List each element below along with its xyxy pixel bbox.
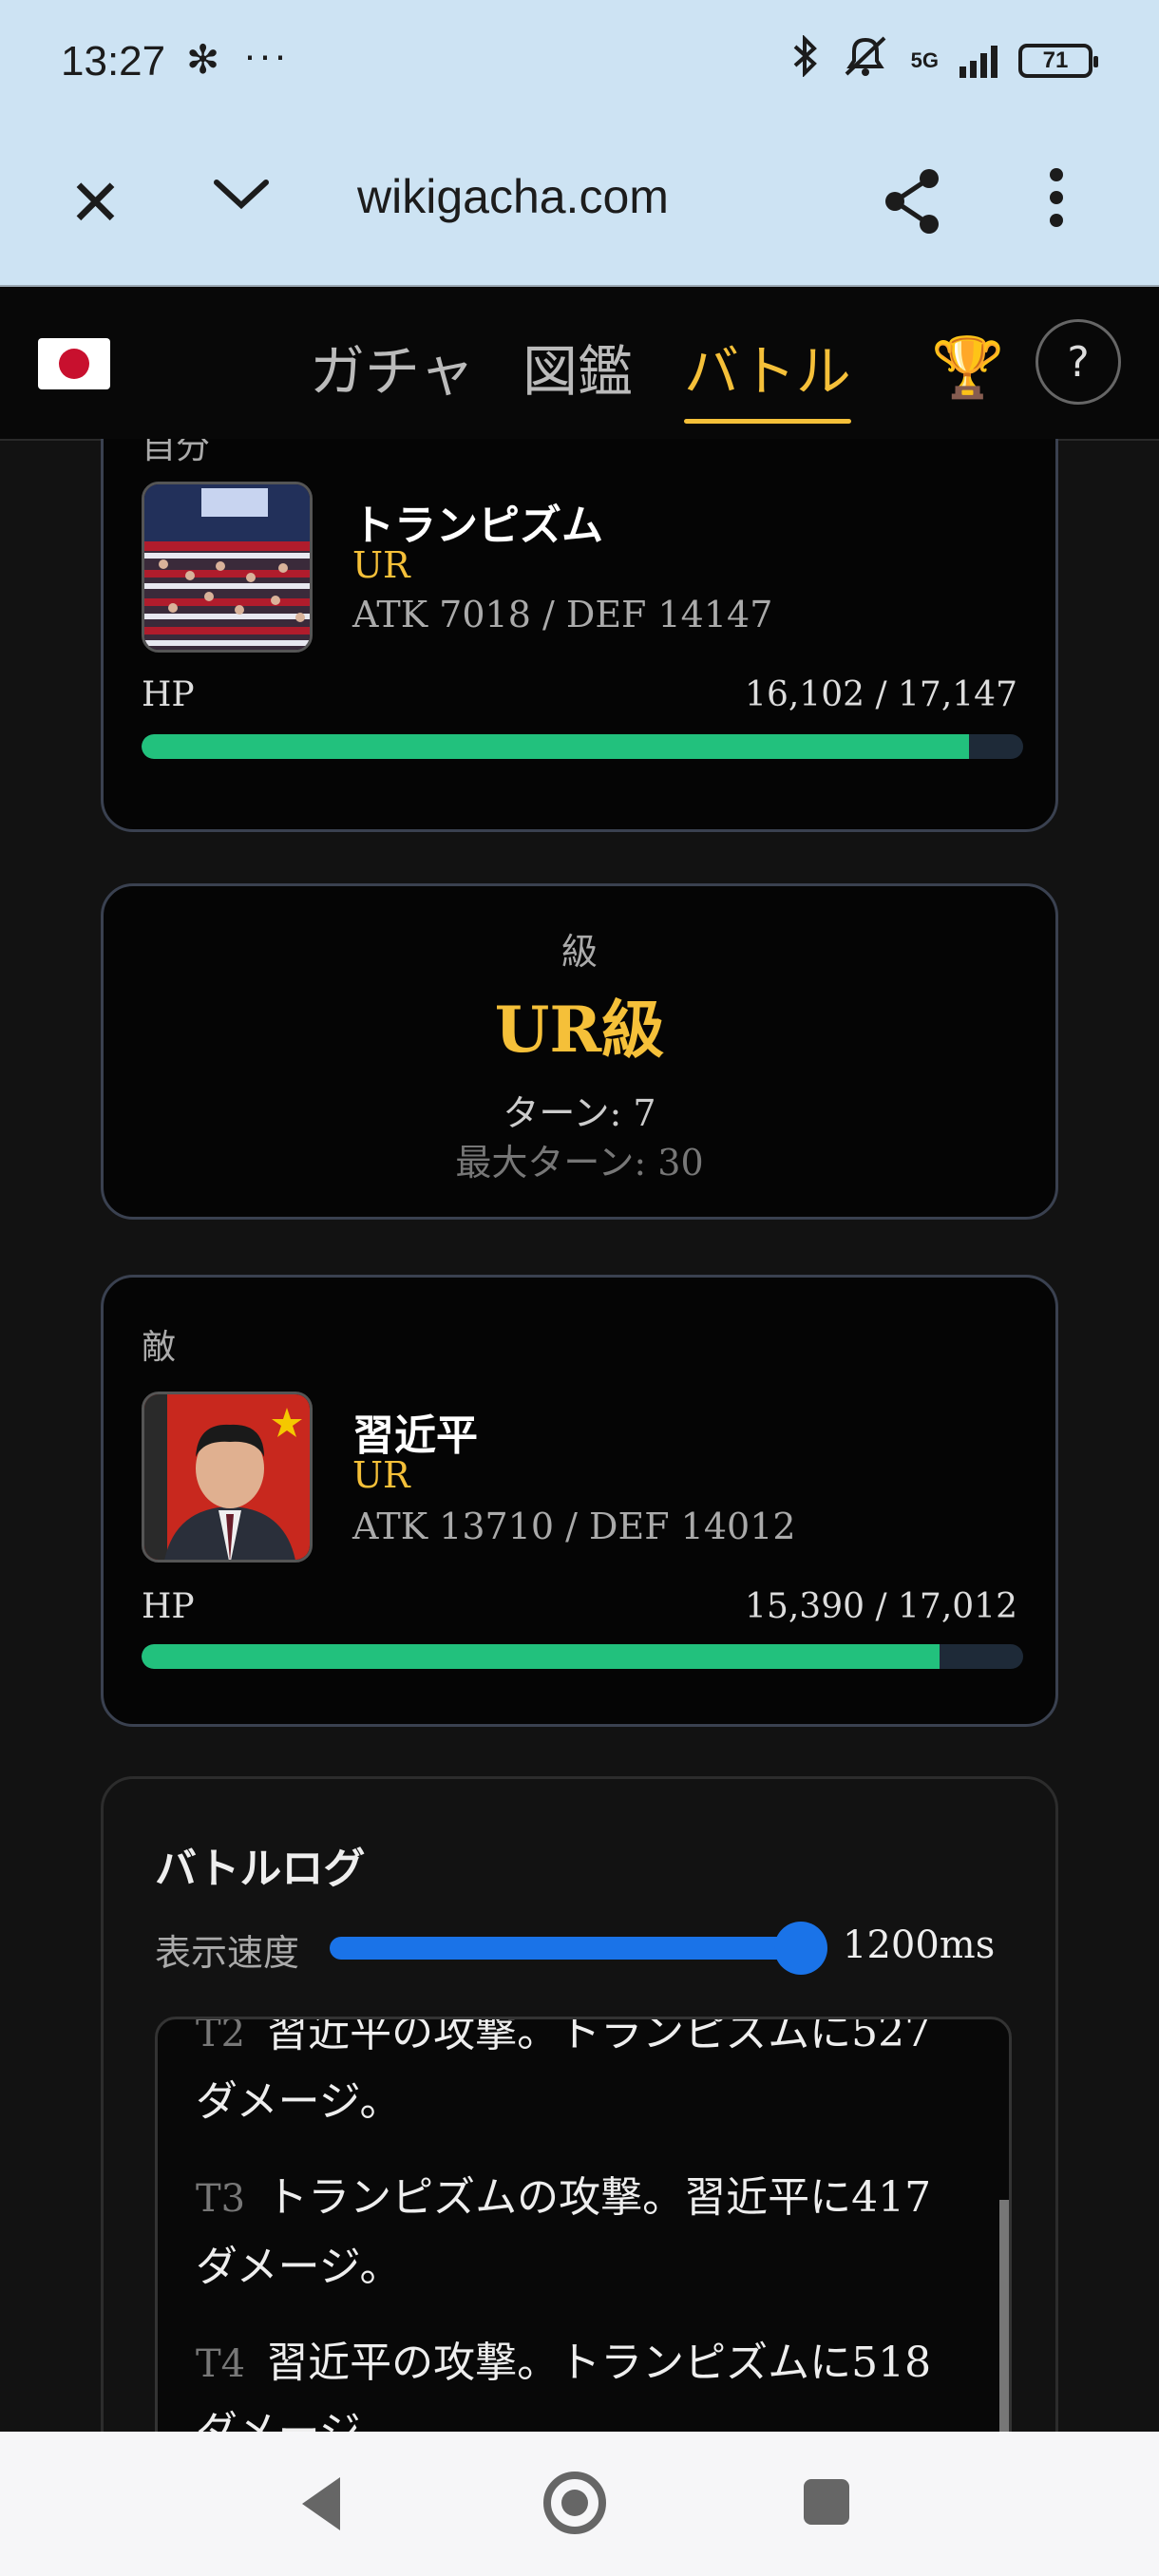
battery-level: 71 xyxy=(1042,47,1069,73)
help-label: ? xyxy=(1067,337,1090,387)
player-rarity: UR xyxy=(352,544,410,586)
chevron-down-icon[interactable] xyxy=(211,165,272,227)
speed-slider-thumb[interactable] xyxy=(774,1922,827,1975)
enemy-label: 敵 xyxy=(142,1328,177,1367)
help-button[interactable]: ? xyxy=(1036,319,1121,405)
player-name: トランピズム xyxy=(352,502,603,550)
tab-battle[interactable]: バトル xyxy=(684,327,851,424)
battle-log-list[interactable]: T2 習近平の攻撃。トランピズムに527 ダメージ。 T3 トランピズムの攻撃。習近… xyxy=(155,2017,1012,2432)
enemy-hp-fill xyxy=(142,1644,940,1669)
battle-info-card: 級 UR級 ターン: 7 最大ターン: 30 xyxy=(101,883,1058,1220)
enemy-rarity: UR xyxy=(352,1454,410,1496)
trophy-icon[interactable]: 🏆 xyxy=(931,332,1004,403)
log-entry: T4 習近平の攻撃。トランピズムに518 ダメージ。 xyxy=(196,2329,956,2432)
enemy-name: 習近平 xyxy=(352,1411,478,1460)
log-turn: T2 xyxy=(196,2017,246,2055)
turn-count: ターン: 7 xyxy=(503,1092,656,1134)
log-text-cont: ダメージ。 xyxy=(196,2243,402,2291)
log-turn: T4 xyxy=(196,2342,246,2386)
status-time: 13:27 xyxy=(61,38,166,85)
log-turn: T3 xyxy=(196,2177,246,2221)
enemy-portrait xyxy=(142,1392,313,1563)
log-text-cont: ダメージ。 xyxy=(196,2077,402,2126)
player-label: 自分 xyxy=(142,439,211,466)
status-icons: 5G 71 xyxy=(791,34,1098,86)
speed-slider-track[interactable] xyxy=(330,1937,805,1960)
log-entry: T2 習近平の攻撃。トランピズムに527 ダメージ。 xyxy=(196,2017,956,2136)
player-card: 自分 トランピズム UR ATK 7018 / DEF 14147 HP 16,… xyxy=(101,439,1058,832)
close-icon[interactable]: ✕ xyxy=(68,171,123,236)
player-stats: ATK 7018 / DEF 14147 xyxy=(352,594,773,635)
player-hp-fill xyxy=(142,734,970,759)
tab-gacha[interactable]: ガチャ xyxy=(310,327,474,407)
log-scrollbar[interactable] xyxy=(999,2200,1009,2432)
home-icon[interactable] xyxy=(543,2472,606,2534)
back-icon[interactable] xyxy=(302,2477,340,2530)
network-label: 5G xyxy=(910,47,939,72)
bluetooth-icon xyxy=(791,34,820,85)
japan-flag-icon[interactable] xyxy=(38,338,110,389)
speed-label: 表示速度 xyxy=(155,1932,300,1974)
battle-log-card: バトルログ 表示速度 1200ms T2 習近平の攻撃。トランピズムに527 ダメ… xyxy=(101,1776,1058,2432)
log-text: トランピズムの攻撃。習近平に417 xyxy=(266,2173,932,2222)
status-bar: 13:27 ✻ ··· 5G 71 xyxy=(0,0,1159,133)
enemy-card: 敵 習近平 UR ATK 13710 / DEF 14012 HP 15,390… xyxy=(101,1275,1058,1727)
speed-value: 1200ms xyxy=(843,1923,996,1967)
url-text[interactable]: wikigacha.com xyxy=(357,169,669,224)
enemy-hp-bar xyxy=(142,1644,1023,1669)
max-turn: 最大ターン: 30 xyxy=(455,1142,704,1184)
player-hp-value: 16,102 / 17,147 xyxy=(745,675,1017,714)
class-value: UR級 xyxy=(494,993,665,1067)
status-dots: ··· xyxy=(243,32,289,77)
battle-log-title: バトルログ xyxy=(155,1845,366,1893)
browser-toolbar: ✕ wikigacha.com xyxy=(0,133,1159,287)
signal-icon xyxy=(960,44,998,78)
log-text: 習近平の攻撃。トランピズムに527 xyxy=(266,2017,932,2056)
share-icon[interactable] xyxy=(882,167,942,240)
player-hp-bar xyxy=(142,734,1023,759)
more-vert-icon[interactable] xyxy=(1047,167,1066,237)
enemy-hp-label: HP xyxy=(142,1587,195,1626)
enemy-hp-value: 15,390 / 17,012 xyxy=(745,1587,1017,1626)
muted-bell-icon xyxy=(841,34,890,86)
player-portrait xyxy=(142,482,313,653)
log-text-cont: ダメージ。 xyxy=(196,2408,401,2432)
recents-icon[interactable] xyxy=(804,2479,849,2525)
battery-icon: 71 xyxy=(1018,43,1098,78)
battle-content: 自分 トランピズム UR ATK 7018 / DEF 14147 HP 16,… xyxy=(0,439,1159,2432)
app-nav: ガチャ 図鑑 バトル 🏆 ? xyxy=(0,287,1159,441)
system-nav-bar xyxy=(0,2432,1159,2576)
tab-zukan[interactable]: 図鑑 xyxy=(522,327,633,407)
log-text: 習近平の攻撃。トランピズムに518 xyxy=(266,2339,932,2387)
fan-icon: ✻ xyxy=(186,37,220,82)
class-label: 級 xyxy=(560,931,598,973)
player-hp-label: HP xyxy=(142,675,195,714)
enemy-stats: ATK 13710 / DEF 14012 xyxy=(352,1506,796,1547)
log-entry: T3 トランピズムの攻撃。習近平に417 ダメージ。 xyxy=(196,2164,956,2301)
